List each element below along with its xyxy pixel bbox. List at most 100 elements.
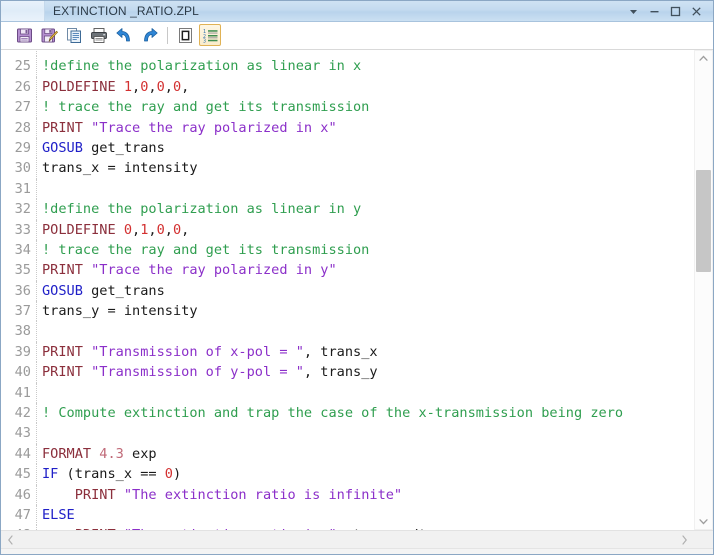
print-button[interactable] [88,24,110,46]
line-number: 40 [1,362,37,382]
code-line[interactable]: 34 ! trace the ray and get its transmissi… [1,240,693,260]
code-token-plain [83,120,91,136]
svg-text:3: 3 [203,38,206,43]
line-numbers-button[interactable]: 1 2 3 [199,24,221,46]
save-button[interactable] [13,24,35,46]
code-line[interactable]: 36GOSUB get_trans [1,281,693,301]
code-line-text: FORMAT 4.3 exp [37,444,157,464]
code-line[interactable]: 41 [1,383,693,403]
window-controls [623,2,713,20]
code-token-plain: trans_x = intensity [42,160,198,176]
code-token-comment: ! trace the ray and get its transmission [42,242,369,258]
scroll-left-arrow-icon[interactable] [2,531,19,548]
code-token-plain: (trans_x == [58,466,164,482]
undo-button[interactable] [113,24,135,46]
scrollbar-corner [694,531,713,548]
framed-page-icon [177,27,194,44]
vertical-scrollbar-thumb[interactable] [696,170,711,272]
line-number: 29 [1,138,37,158]
code-token-string: "Transmission of x-pol = " [91,344,304,360]
code-line-text: ! trace the ray and get its transmission [37,97,369,117]
line-number: 30 [1,158,37,178]
code-line[interactable]: 33POLDEFINE 0,1,0,0, [1,220,693,240]
code-line[interactable]: 31 [1,179,693,199]
code-token-plain: , [132,79,140,95]
vertical-scrollbar[interactable] [693,50,713,530]
status-bar [1,548,713,554]
code-line[interactable]: 45IF (trans_x == 0) [1,464,693,484]
code-line[interactable]: 47 ELSE [1,505,693,525]
code-line[interactable]: 26POLDEFINE 1,0,0,0, [1,77,693,97]
code-line[interactable]: 37trans_y = intensity [1,301,693,321]
floppy-disk-pencil-icon [41,27,58,44]
code-token-number: 0 [157,222,165,238]
code-line[interactable]: 32!define the polarization as linear in … [1,199,693,219]
horizontal-scrollbar[interactable] [1,530,713,548]
line-number: 41 [1,383,37,403]
code-line[interactable]: 39PRINT "Transmission of x-pol = ", tran… [1,342,693,362]
editor-area: 2425!define the polarization as linear i… [1,49,713,554]
code-editor[interactable]: 2425!define the polarization as linear i… [1,50,693,530]
code-token-plain [83,364,91,380]
code-line[interactable]: 30 trans_x = intensity [1,158,693,178]
vertical-scrollbar-track[interactable] [694,50,713,530]
code-line[interactable]: 43 [1,423,693,443]
code-line[interactable]: 27! trace the ray and get its transmissi… [1,97,693,117]
code-token-plain: get_trans [83,283,165,299]
insert-page-button[interactable] [174,24,196,46]
code-token-control: IF [42,466,58,482]
code-token-plain: , [181,79,189,95]
code-token-number: 0 [173,222,181,238]
redo-button[interactable] [138,24,160,46]
code-token-number: 1 [124,79,132,95]
scroll-up-arrow-icon[interactable] [694,50,713,67]
code-line-text: ! trace the ray and get its transmission [37,240,369,260]
code-line[interactable]: 25!define the polarization as linear in … [1,56,693,76]
redo-arrow-icon [140,27,159,44]
code-line[interactable]: 28PRINT "Trace the ray polarized in x" [1,118,693,138]
code-line-text: trans_x = intensity [37,158,198,178]
line-number: 43 [1,423,37,443]
code-token-control: GOSUB [42,283,83,299]
code-line[interactable]: 46 PRINT "The extinction ratio is infini… [1,485,693,505]
code-line-text [37,179,42,199]
code-token-plain: get_trans [83,140,165,156]
code-line[interactable]: 38 [1,321,693,341]
printer-icon [90,27,108,44]
code-line[interactable]: 35PRINT "Trace the ray polarized in y" [1,260,693,280]
line-number: 32 [1,199,37,219]
code-token-plain [116,487,124,503]
code-token-plain: , [148,79,156,95]
save-as-button[interactable] [38,24,60,46]
title-bar[interactable]: EXTINCTION _RATIO.ZPL [1,1,713,22]
line-number: 47 [1,505,37,525]
code-token-control: ELSE [42,507,75,523]
code-token-number: 0 [173,79,181,95]
code-token-string: "Transmission of y-pol = " [91,364,304,380]
copy-button[interactable] [63,24,85,46]
code-token-plain: , [148,222,156,238]
code-line-text: GOSUB get_trans [37,138,165,158]
code-line[interactable]: 44FORMAT 4.3 exp [1,444,693,464]
line-number: 34 [1,240,37,260]
code-line-text [37,383,42,403]
code-line[interactable]: 40PRINT "Transmission of y-pol = ", tran… [1,362,693,382]
code-token-keyword: PRINT [75,487,116,503]
code-token-plain: , trans_y [304,364,378,380]
scroll-down-arrow-icon[interactable] [694,513,713,530]
maximize-icon[interactable] [665,2,686,20]
code-token-control: GOSUB [42,140,83,156]
code-token-plain: exp [124,446,157,462]
code-line-text: ! Compute extinction and trap the case o… [37,403,623,423]
chevron-down-icon[interactable] [623,2,644,20]
code-line[interactable]: 29GOSUB get_trans [1,138,693,158]
code-line-text: PRINT "Transmission of y-pol = ", trans_… [37,362,378,382]
code-token-plain: , [165,222,173,238]
scroll-right-arrow-icon[interactable] [676,531,693,548]
line-number: 46 [1,485,37,505]
close-icon[interactable] [686,2,707,20]
code-line-text [37,423,42,443]
code-token-number: 0 [165,466,173,482]
code-line[interactable]: 42! Compute extinction and trap the case… [1,403,693,423]
minimize-icon[interactable] [644,2,665,20]
